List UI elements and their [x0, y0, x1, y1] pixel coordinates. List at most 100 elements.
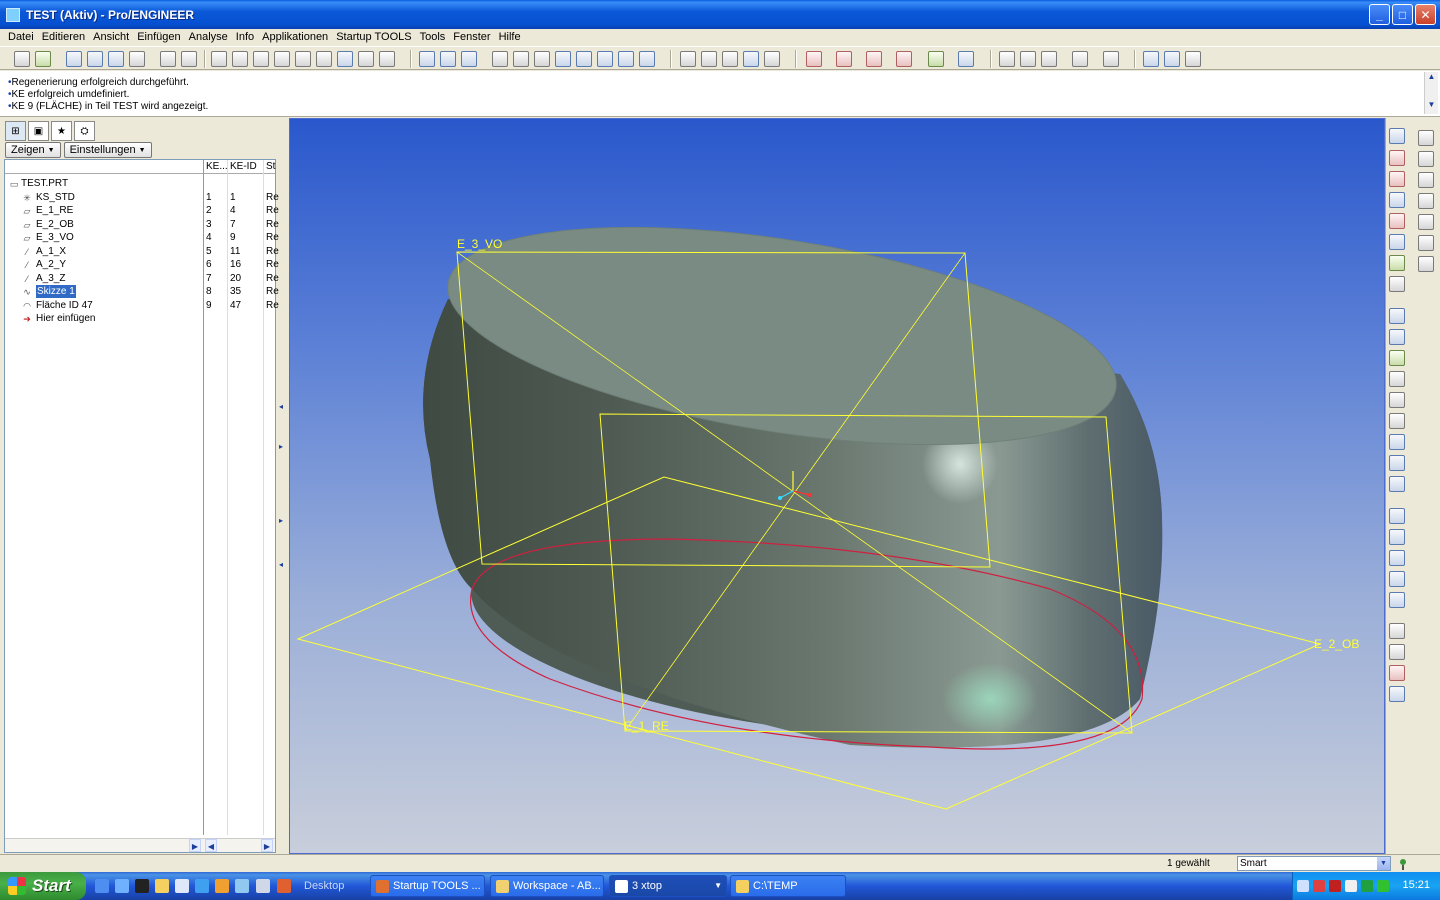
- save-copy-icon[interactable]: [87, 51, 103, 67]
- draft-tool-icon[interactable]: [1389, 455, 1405, 471]
- collapse-arrow-icon[interactable]: ◂: [279, 560, 283, 574]
- web-browser-icon[interactable]: [958, 51, 974, 67]
- sketch-tool-icon[interactable]: [1389, 276, 1405, 292]
- task-startup-tools[interactable]: Startup TOOLS ...: [370, 875, 485, 897]
- column-header-feature-number[interactable]: KE...: [206, 161, 228, 172]
- connections-tab-icon[interactable]: ⛭: [74, 121, 95, 141]
- notes-icon[interactable]: [1072, 51, 1088, 67]
- mirror-tool-icon[interactable]: [1389, 508, 1405, 524]
- datum-label-right[interactable]: E_1_RE: [624, 719, 669, 733]
- show-dropdown[interactable]: Zeigen ▼: [5, 142, 61, 158]
- model-tree-hscrollbar[interactable]: ▶ ◀ ▶: [5, 838, 275, 852]
- menu-editieren[interactable]: Editieren: [38, 31, 89, 43]
- datum-axes-toggle-icon[interactable]: [836, 51, 852, 67]
- task-temp-folder[interactable]: C:\TEMP: [730, 875, 846, 897]
- maximize-button[interactable]: □: [1392, 4, 1413, 25]
- datum-spline-tool-icon[interactable]: [1389, 192, 1405, 208]
- scroll-up-icon[interactable]: ▲: [1425, 72, 1438, 84]
- refit-icon[interactable]: [534, 51, 550, 67]
- copy-icon[interactable]: [274, 51, 290, 67]
- datum-axis-tool-icon[interactable]: [1389, 150, 1405, 166]
- panel-splitter[interactable]: ◂ ▸ ▸ ◂: [277, 118, 286, 854]
- scroll-down-icon[interactable]: ▼: [1425, 100, 1438, 112]
- menu-tools[interactable]: Tools: [416, 31, 450, 43]
- wireframe-icon[interactable]: [680, 51, 696, 67]
- menu-analyse[interactable]: Analyse: [185, 31, 232, 43]
- datum-point-tool-icon[interactable]: [1389, 213, 1405, 229]
- selection-filter-select[interactable]: Smart ▼: [1237, 856, 1391, 871]
- print-icon[interactable]: [129, 51, 145, 67]
- tree-row[interactable]: ▱ E_2_OB 3 7 Re: [5, 218, 279, 232]
- redo-icon[interactable]: [232, 51, 248, 67]
- graphics-window[interactable]: E_3_VO E_2_OB E_1_RE: [289, 118, 1385, 854]
- close-button[interactable]: ✕: [1415, 4, 1436, 25]
- menu-ansicht[interactable]: Ansicht: [89, 31, 133, 43]
- datum-curve-tool-icon[interactable]: [1389, 171, 1405, 187]
- boundary-tool-icon[interactable]: [1389, 686, 1405, 702]
- expand-arrow-icon[interactable]: ▸: [279, 516, 283, 530]
- model-viewport[interactable]: [290, 119, 1385, 854]
- no-hidden-icon[interactable]: [722, 51, 738, 67]
- sweep-tool-icon[interactable]: [1389, 350, 1405, 366]
- trim-tool-icon[interactable]: [1389, 550, 1405, 566]
- model-tree-tab-icon[interactable]: ⊞: [5, 121, 26, 141]
- menu-applikationen[interactable]: Applikationen: [258, 31, 332, 43]
- regenerate-icon[interactable]: [337, 51, 353, 67]
- network-tray-icon[interactable]: [1297, 880, 1309, 892]
- measure-icon[interactable]: [1418, 235, 1434, 251]
- analysis-feature-icon[interactable]: [1389, 255, 1405, 271]
- tree-row[interactable]: ➔ Hier einfügen: [5, 312, 275, 326]
- datum-planes-toggle-icon[interactable]: [806, 51, 822, 67]
- appearance-icon[interactable]: [639, 51, 655, 67]
- undo-icon[interactable]: [211, 51, 227, 67]
- round-tool-icon[interactable]: [1389, 476, 1405, 492]
- tree-row[interactable]: ✳ KS_STD 1 1 Re: [5, 191, 279, 205]
- merge-tool-icon[interactable]: [1389, 529, 1405, 545]
- save-icon[interactable]: [66, 51, 82, 67]
- zoom-in-icon[interactable]: [492, 51, 508, 67]
- view-iso-icon[interactable]: [1418, 193, 1434, 209]
- menu-einfuegen[interactable]: Einfügen: [133, 31, 184, 43]
- reorient-icon[interactable]: [555, 51, 571, 67]
- command-prompt-icon[interactable]: [135, 879, 149, 893]
- saved-views-icon[interactable]: [576, 51, 592, 67]
- menu-hilfe[interactable]: Hilfe: [495, 31, 525, 43]
- scroll-right-icon[interactable]: ▶: [261, 839, 273, 852]
- mail-icon[interactable]: [256, 879, 270, 893]
- tree-row[interactable]: ⁄ A_2_Y 6 16 Re: [5, 258, 279, 272]
- extrude-tool-icon[interactable]: [1389, 308, 1405, 324]
- tree-row[interactable]: ⁄ A_1_X 5 11 Re: [5, 245, 279, 259]
- view-side-icon[interactable]: [1418, 172, 1434, 188]
- network-icon[interactable]: [235, 879, 249, 893]
- column-header-status[interactable]: St: [266, 161, 275, 172]
- shield-tray-icon[interactable]: [1345, 880, 1357, 892]
- send-link-icon[interactable]: [181, 51, 197, 67]
- tree-row[interactable]: ▱ E_1_RE 2 4 Re: [5, 204, 279, 218]
- expand-arrow-icon[interactable]: ▸: [279, 442, 283, 456]
- blend-tool-icon[interactable]: [1389, 371, 1405, 387]
- app-icon[interactable]: [6, 7, 20, 22]
- lock-icon[interactable]: [1418, 256, 1434, 272]
- task-workspace[interactable]: Workspace - AB...: [490, 875, 604, 897]
- csys-toggle-icon[interactable]: [896, 51, 912, 67]
- paste-special-icon[interactable]: [316, 51, 332, 67]
- window-close-icon[interactable]: [1185, 51, 1201, 67]
- window-activate-icon[interactable]: [1143, 51, 1159, 67]
- window-new-icon[interactable]: [1164, 51, 1180, 67]
- scroll-left-icon[interactable]: ◀: [205, 839, 217, 852]
- layers-icon[interactable]: [618, 51, 634, 67]
- intersect-tool-icon[interactable]: [1389, 665, 1405, 681]
- folder-browser-tab-icon[interactable]: ▣: [28, 121, 49, 141]
- desktop-toolbar-label[interactable]: Desktop: [304, 880, 344, 892]
- tools-icon[interactable]: [215, 879, 229, 893]
- proe-icon[interactable]: [277, 879, 291, 893]
- view-manager-icon[interactable]: [597, 51, 613, 67]
- select-box-icon[interactable]: [379, 51, 395, 67]
- pattern-tool-icon[interactable]: [1389, 571, 1405, 587]
- display-style-icon[interactable]: [764, 51, 780, 67]
- offset-tool-icon[interactable]: [1389, 592, 1405, 608]
- security-tray-icon[interactable]: [1313, 880, 1325, 892]
- new-file-icon[interactable]: [14, 51, 30, 67]
- spin-center-icon[interactable]: [440, 51, 456, 67]
- menu-datei[interactable]: Datei: [4, 31, 38, 43]
